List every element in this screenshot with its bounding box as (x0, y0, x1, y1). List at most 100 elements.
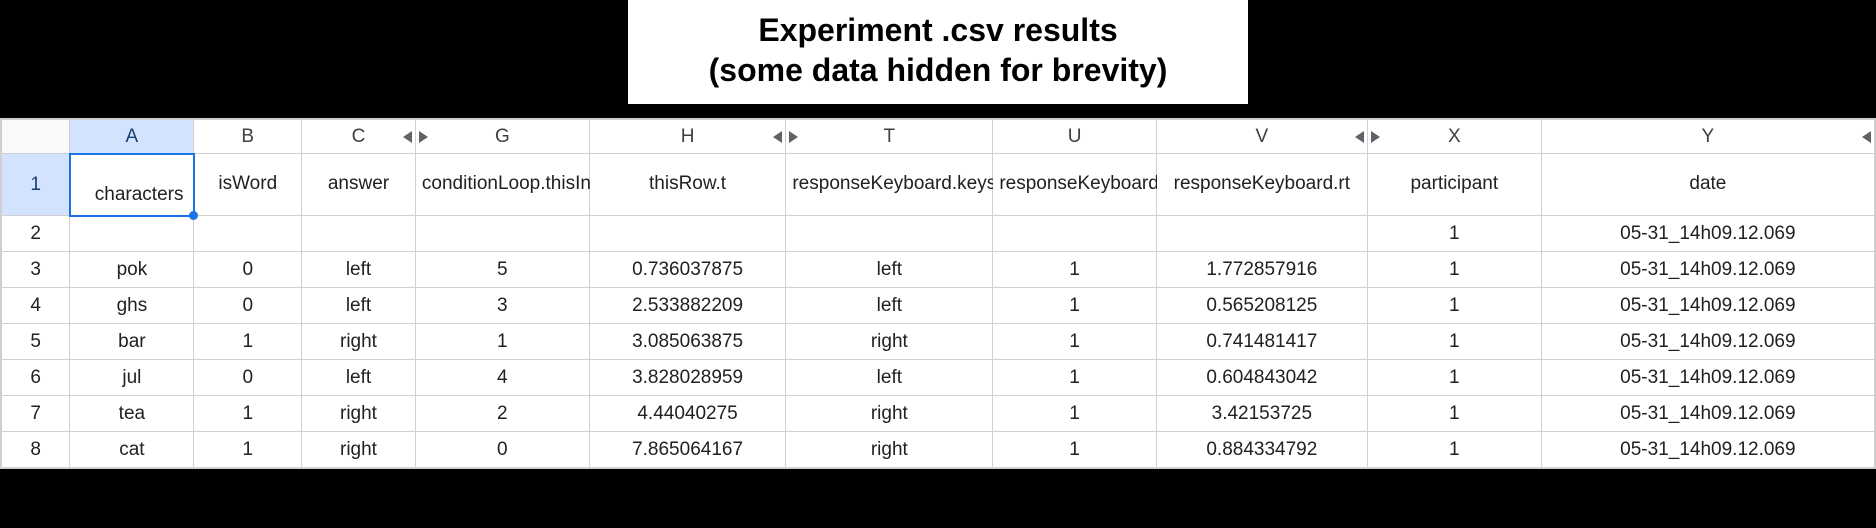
cell-B4[interactable]: 0 (194, 288, 302, 324)
cell-V4[interactable]: 0.565208125 (1156, 288, 1367, 324)
cell-G1[interactable]: conditionLoop.thisIndex (415, 154, 589, 216)
cell-Y6[interactable]: 05-31_14h09.12.069 (1541, 360, 1874, 396)
cell-T3[interactable]: left (786, 252, 993, 288)
cell-C8[interactable]: right (302, 432, 416, 468)
row-header-1[interactable]: 1 (2, 154, 70, 216)
cell-C3[interactable]: left (302, 252, 416, 288)
cell-V6[interactable]: 0.604843042 (1156, 360, 1367, 396)
cell-C7[interactable]: right (302, 396, 416, 432)
cell-V3[interactable]: 1.772857916 (1156, 252, 1367, 288)
cell-V2[interactable] (1156, 216, 1367, 252)
cell-A1[interactable]: characters (70, 154, 194, 216)
cell-T6[interactable]: left (786, 360, 993, 396)
expand-columns-right-icon[interactable] (789, 131, 798, 143)
cell-B8[interactable]: 1 (194, 432, 302, 468)
column-header-B[interactable]: B (194, 120, 302, 154)
cell-X7[interactable]: 1 (1367, 396, 1541, 432)
column-header-V[interactable]: V (1156, 120, 1367, 154)
cell-V7[interactable]: 3.42153725 (1156, 396, 1367, 432)
row-header-3[interactable]: 3 (2, 252, 70, 288)
cell-V8[interactable]: 0.884334792 (1156, 432, 1367, 468)
cell-C5[interactable]: right (302, 324, 416, 360)
cell-Y4[interactable]: 05-31_14h09.12.069 (1541, 288, 1874, 324)
cell-B1[interactable]: isWord (194, 154, 302, 216)
expand-columns-left-icon[interactable] (1355, 131, 1364, 143)
cell-A2[interactable] (70, 216, 194, 252)
column-header-U[interactable]: U (993, 120, 1156, 154)
cell-H6[interactable]: 3.828028959 (589, 360, 786, 396)
cell-X1[interactable]: participant (1367, 154, 1541, 216)
expand-columns-right-icon[interactable] (1371, 131, 1380, 143)
cell-T7[interactable]: right (786, 396, 993, 432)
cell-T4[interactable]: left (786, 288, 993, 324)
cell-X2[interactable]: 1 (1367, 216, 1541, 252)
cell-A6[interactable]: jul (70, 360, 194, 396)
cell-T8[interactable]: right (786, 432, 993, 468)
cell-B2[interactable] (194, 216, 302, 252)
cell-Y7[interactable]: 05-31_14h09.12.069 (1541, 396, 1874, 432)
cell-A3[interactable]: pok (70, 252, 194, 288)
column-header-T[interactable]: T (786, 120, 993, 154)
cell-T5[interactable]: right (786, 324, 993, 360)
cell-T1[interactable]: responseKeyboard.keys (786, 154, 993, 216)
cell-H5[interactable]: 3.085063875 (589, 324, 786, 360)
row-header-4[interactable]: 4 (2, 288, 70, 324)
expand-columns-right-icon[interactable] (419, 131, 428, 143)
cell-H4[interactable]: 2.533882209 (589, 288, 786, 324)
cell-Y2[interactable]: 05-31_14h09.12.069 (1541, 216, 1874, 252)
cell-V1[interactable]: responseKeyboard.rt (1156, 154, 1367, 216)
cell-G6[interactable]: 4 (415, 360, 589, 396)
cell-U7[interactable]: 1 (993, 396, 1156, 432)
cell-B5[interactable]: 1 (194, 324, 302, 360)
column-header-H[interactable]: H (589, 120, 786, 154)
expand-columns-left-icon[interactable] (403, 131, 412, 143)
cell-X8[interactable]: 1 (1367, 432, 1541, 468)
row-header-6[interactable]: 6 (2, 360, 70, 396)
cell-T2[interactable] (786, 216, 993, 252)
select-all-corner[interactable] (2, 120, 70, 154)
cell-B3[interactable]: 0 (194, 252, 302, 288)
cell-A8[interactable]: cat (70, 432, 194, 468)
cell-Y5[interactable]: 05-31_14h09.12.069 (1541, 324, 1874, 360)
cell-U2[interactable] (993, 216, 1156, 252)
cell-A7[interactable]: tea (70, 396, 194, 432)
expand-columns-left-icon[interactable] (773, 131, 782, 143)
cell-X5[interactable]: 1 (1367, 324, 1541, 360)
column-header-G[interactable]: G (415, 120, 589, 154)
cell-C4[interactable]: left (302, 288, 416, 324)
cell-X4[interactable]: 1 (1367, 288, 1541, 324)
cell-G3[interactable]: 5 (415, 252, 589, 288)
row-header-8[interactable]: 8 (2, 432, 70, 468)
cell-Y8[interactable]: 05-31_14h09.12.069 (1541, 432, 1874, 468)
cell-G8[interactable]: 0 (415, 432, 589, 468)
cell-G7[interactable]: 2 (415, 396, 589, 432)
cell-H1[interactable]: thisRow.t (589, 154, 786, 216)
cell-X6[interactable]: 1 (1367, 360, 1541, 396)
cell-G2[interactable] (415, 216, 589, 252)
column-header-X[interactable]: X (1367, 120, 1541, 154)
cell-C6[interactable]: left (302, 360, 416, 396)
cell-C1[interactable]: answer (302, 154, 416, 216)
expand-columns-left-icon[interactable] (1862, 131, 1871, 143)
cell-H7[interactable]: 4.44040275 (589, 396, 786, 432)
cell-B6[interactable]: 0 (194, 360, 302, 396)
cell-U8[interactable]: 1 (993, 432, 1156, 468)
cell-U4[interactable]: 1 (993, 288, 1156, 324)
cell-C2[interactable] (302, 216, 416, 252)
cell-A5[interactable]: bar (70, 324, 194, 360)
row-header-5[interactable]: 5 (2, 324, 70, 360)
cell-V5[interactable]: 0.741481417 (1156, 324, 1367, 360)
column-header-Y[interactable]: Y (1541, 120, 1874, 154)
column-header-A[interactable]: A (70, 120, 194, 154)
cell-U1[interactable]: responseKeyboard.corr (993, 154, 1156, 216)
cell-H8[interactable]: 7.865064167 (589, 432, 786, 468)
cell-G4[interactable]: 3 (415, 288, 589, 324)
cell-H3[interactable]: 0.736037875 (589, 252, 786, 288)
cell-A4[interactable]: ghs (70, 288, 194, 324)
cell-U5[interactable]: 1 (993, 324, 1156, 360)
cell-Y3[interactable]: 05-31_14h09.12.069 (1541, 252, 1874, 288)
cell-H2[interactable] (589, 216, 786, 252)
row-header-2[interactable]: 2 (2, 216, 70, 252)
cell-U6[interactable]: 1 (993, 360, 1156, 396)
cell-B7[interactable]: 1 (194, 396, 302, 432)
